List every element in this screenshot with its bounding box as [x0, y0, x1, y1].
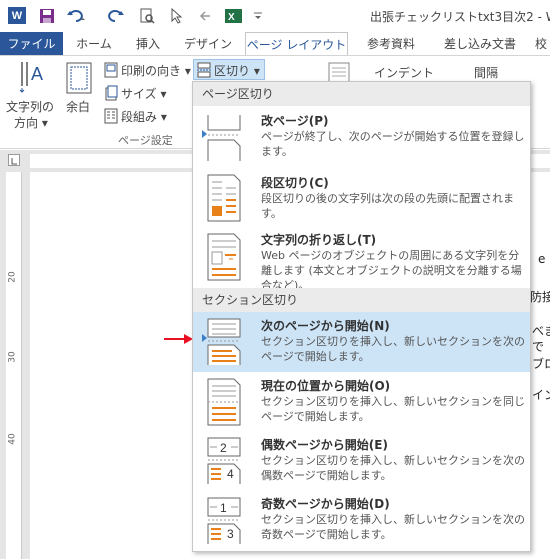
menu-item-title: 段区切り(C)	[261, 176, 329, 190]
section-breaks-header: セクション区切り	[193, 288, 530, 312]
even-page-section-icon: 2 4	[207, 437, 241, 484]
page-break-icon	[207, 115, 241, 161]
menu-item-title: 改ページ(P)	[261, 114, 329, 128]
menu-item-description: セクション区切りを挿入し、新しいセクションを次の奇数ページで開始します。	[261, 513, 525, 541]
ruler-mark-30: 30	[7, 351, 18, 363]
margins-label: 余白	[66, 100, 91, 114]
doc-fragment: e	[538, 252, 546, 266]
tab-page-layout[interactable]: ページ レイアウト	[245, 32, 348, 57]
red-arrow-icon	[164, 334, 193, 344]
even-bottom-number: 4	[227, 467, 234, 481]
menu-item-next-page[interactable]: 次のページから開始(N) セクション区切りを挿入し、新しいセクションを次のページ…	[193, 312, 530, 372]
odd-page-section-icon: 1 3	[207, 497, 241, 544]
breaks-dropdown-menu: ページ区切り 改ページ(P) ページが終了し、次のページが開始する位置を登録しま…	[192, 81, 531, 552]
back-arrow-icon[interactable]	[196, 7, 214, 24]
menu-item-description: セクション区切りを挿入し、新しいセクションを次の偶数ページで開始します。	[261, 454, 525, 482]
page-setup-group-label: ページ設定	[118, 134, 173, 147]
menu-item-odd-page[interactable]: 1 3 奇数ページから開始(D) セクション区切りを挿入し、新しいセクションを次…	[193, 491, 530, 551]
text-direction-label-2: 方向 ▾	[14, 116, 48, 130]
tab-home[interactable]: ホーム	[70, 32, 118, 56]
odd-bottom-number: 3	[227, 527, 234, 541]
column-break-icon	[207, 174, 241, 222]
breaks-button[interactable]: 区切り ▾	[193, 59, 265, 80]
text-direction-label-1: 文字列の	[6, 100, 55, 114]
size-icon	[105, 85, 118, 101]
doc-fragment: べま	[532, 324, 550, 338]
tab-selector[interactable]	[8, 154, 20, 166]
menu-item-even-page[interactable]: 2 4 偶数ページから開始(E) セクション区切りを挿入し、新しいセクションを次…	[193, 432, 530, 490]
tab-review[interactable]: 校	[532, 32, 550, 56]
tab-file[interactable]: ファイル	[0, 32, 63, 56]
margins-button[interactable]: 余白	[62, 58, 98, 128]
columns-label: 段組み ▾	[121, 110, 167, 124]
tab-design[interactable]: デザイン	[178, 32, 238, 56]
indent-label: インデント	[374, 66, 435, 80]
word-app-icon: W	[8, 7, 26, 24]
margins-icon	[66, 62, 92, 94]
spacing-label: 間隔	[474, 66, 499, 80]
menu-item-description: ページが終了し、次のページが開始する位置を登録します。	[261, 130, 525, 158]
menu-item-title: 現在の位置から開始(O)	[261, 379, 391, 393]
qat-customize-icon[interactable]	[252, 7, 264, 24]
menu-item-title: 偶数ページから開始(E)	[261, 438, 388, 452]
text-direction-icon: A	[19, 62, 43, 93]
pointer-icon[interactable]	[168, 7, 184, 24]
orientation-icon	[104, 62, 118, 78]
doc-fragment: 防接	[530, 290, 550, 304]
text-direction-button[interactable]: A 文字列の 方向 ▾	[6, 58, 56, 130]
print-preview-icon[interactable]	[138, 7, 156, 24]
doc-fragment: ブロ	[532, 357, 550, 371]
menu-item-column-break[interactable]: 段区切り(C) 段区切りの後の文字列は次の段の先頭に配置されます。	[193, 170, 530, 226]
undo-icon[interactable]	[66, 7, 86, 24]
ruler-mark-40: 40	[7, 433, 18, 445]
menu-item-description: 段区切りの後の文字列は次の段の先頭に配置されます。	[261, 192, 514, 220]
doc-fragment: で	[532, 340, 545, 354]
breaks-label: 区切り ▾	[214, 64, 260, 78]
menu-item-text-wrapping[interactable]: 文字列の折り返し(T) Web ページのオブジェクトの周囲にある文字列を分離しま…	[193, 227, 530, 292]
even-top-number: 2	[220, 441, 227, 455]
text-wrapping-icon	[207, 233, 241, 281]
menu-item-description: Web ページのオブジェクトの周囲にある文字列を分離します (本文とオブジェクト…	[261, 249, 522, 292]
menu-item-description: セクション区切りを挿入し、新しいセクションを同じページで開始します。	[261, 395, 525, 423]
tab-insert[interactable]: 挿入	[126, 32, 170, 56]
svg-text:A: A	[31, 64, 43, 84]
ruler-mark-20: 20	[7, 271, 18, 283]
menu-item-title: 奇数ページから開始(D)	[261, 497, 390, 511]
breaks-icon	[197, 62, 211, 78]
odd-top-number: 1	[220, 501, 227, 515]
next-page-section-icon	[207, 318, 241, 365]
menu-item-title: 文字列の折り返し(T)	[261, 233, 377, 247]
tab-references[interactable]: 参考資料	[354, 32, 428, 56]
continuous-section-icon	[207, 378, 241, 426]
save-icon[interactable]	[38, 7, 56, 24]
menu-item-page-break[interactable]: 改ページ(P) ページが終了し、次のページが開始する位置を登録します。	[193, 107, 530, 169]
columns-icon	[104, 108, 118, 124]
vertical-ruler[interactable]: 20 30 40	[6, 172, 22, 559]
page-breaks-header: ページ区切り	[193, 82, 530, 106]
menu-item-title: 次のページから開始(N)	[261, 319, 390, 333]
excel-icon[interactable]: X	[224, 7, 242, 24]
redo-icon[interactable]	[108, 7, 126, 24]
ribbon-tabs: ファイル ホーム 挿入 デザイン ページ レイアウト 参考資料 差し込み文書 校	[0, 32, 550, 57]
window-title: 出張チェックリストtxt3目次2 - Word	[370, 10, 550, 24]
doc-fragment: イン	[532, 388, 550, 402]
title-bar: W X 出張チェックリストtxt3目次2 - Word	[0, 0, 550, 32]
size-label: サイズ ▾	[121, 87, 167, 101]
menu-item-continuous[interactable]: 現在の位置から開始(O) セクション区切りを挿入し、新しいセクションを同じページ…	[193, 373, 530, 431]
tab-mailings[interactable]: 差し込み文書	[434, 32, 526, 56]
menu-item-description: セクション区切りを挿入し、新しいセクションを次のページで開始します。	[261, 335, 525, 363]
svg-text:X: X	[228, 12, 235, 23]
orientation-label: 印刷の向き ▾	[121, 64, 191, 78]
